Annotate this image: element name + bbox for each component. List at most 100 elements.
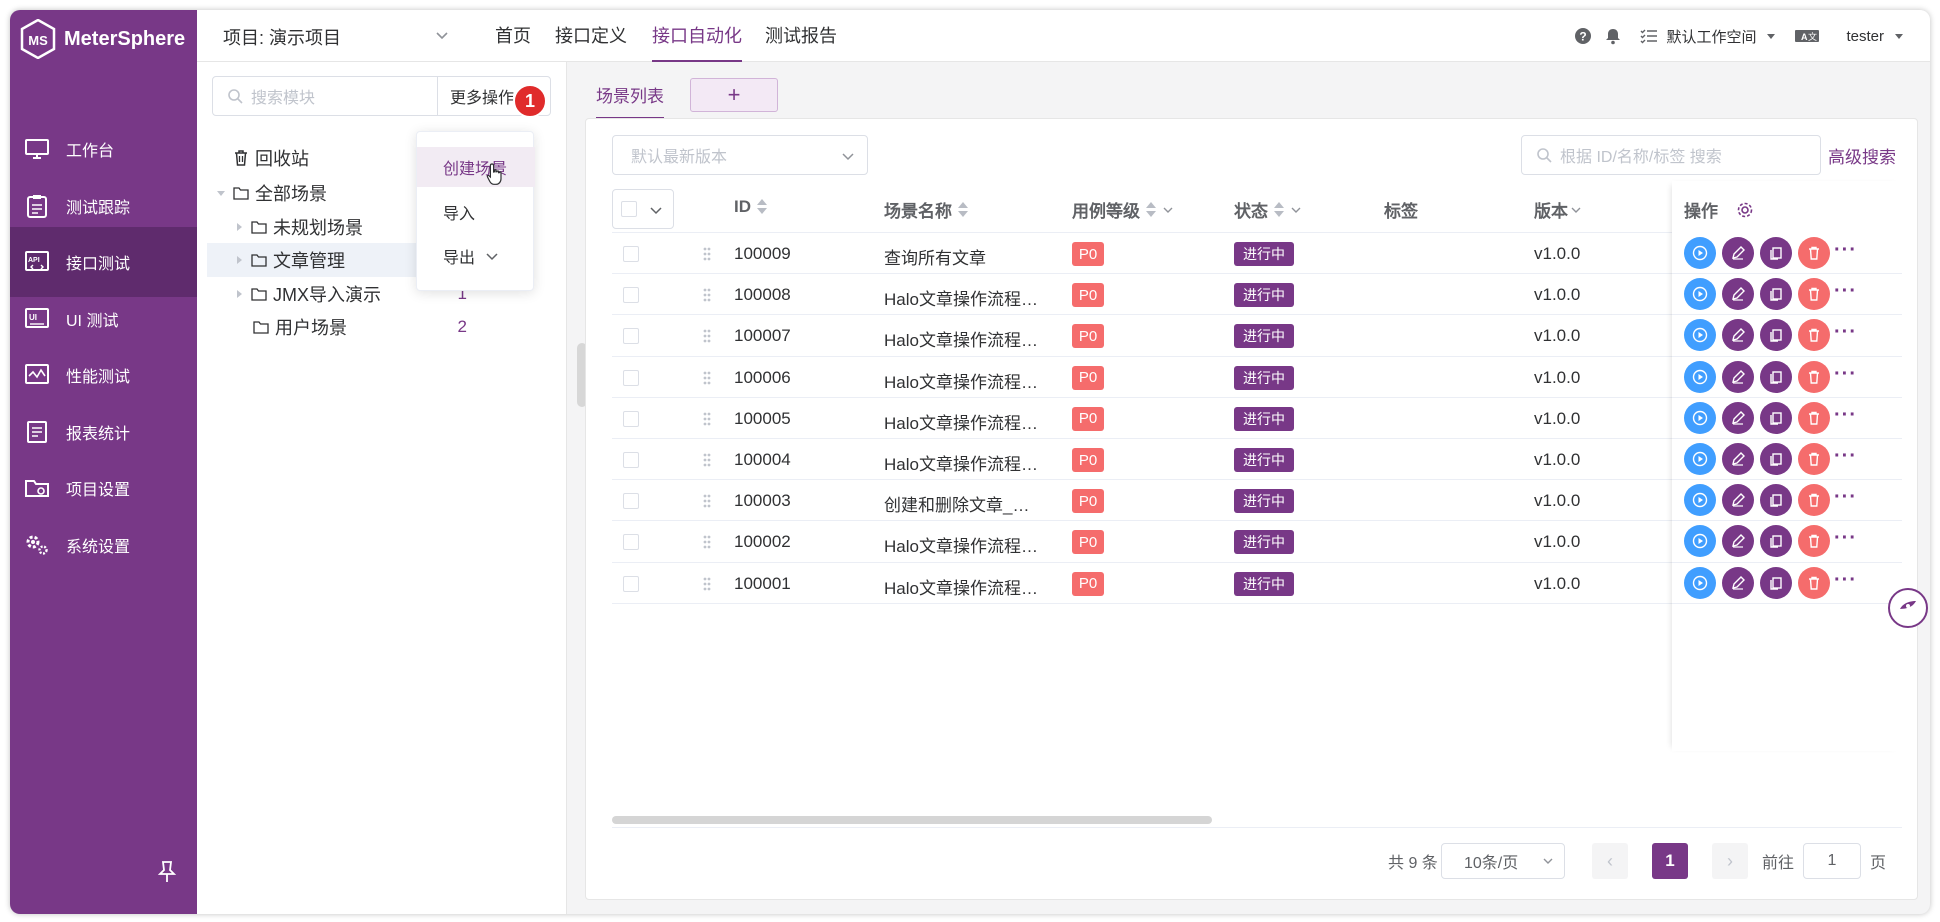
row-checkbox[interactable] xyxy=(623,410,639,427)
recycle-bin[interactable]: 回收站 xyxy=(233,138,309,178)
delete-button[interactable] xyxy=(1798,401,1830,434)
menu-api-automation[interactable]: 接口自动化 xyxy=(652,10,742,62)
help-icon[interactable]: ? xyxy=(1574,27,1592,45)
prev-page-button[interactable]: ‹ xyxy=(1592,843,1628,879)
run-button[interactable] xyxy=(1684,525,1716,558)
menu-api-definition[interactable]: 接口定义 xyxy=(555,10,627,62)
app-logo[interactable]: MS MeterSphere xyxy=(20,18,185,60)
caret-right-icon[interactable] xyxy=(233,288,245,300)
delete-button[interactable] xyxy=(1798,278,1830,311)
delete-button[interactable] xyxy=(1798,237,1830,269)
list-check-icon[interactable] xyxy=(1640,27,1658,45)
edit-button[interactable] xyxy=(1722,484,1754,517)
drag-handle-icon[interactable] xyxy=(702,534,712,550)
row-checkbox[interactable] xyxy=(623,369,639,386)
copy-button[interactable] xyxy=(1760,237,1792,269)
goto-page-input[interactable]: 1 xyxy=(1803,843,1861,879)
more-actions-icon[interactable]: ··· xyxy=(1834,280,1857,303)
column-name[interactable]: 场景名称 xyxy=(884,197,968,222)
page-1-button[interactable]: 1 xyxy=(1652,843,1688,879)
delete-button[interactable] xyxy=(1798,566,1830,599)
edit-button[interactable] xyxy=(1722,566,1754,599)
sort-icon[interactable] xyxy=(1146,201,1156,218)
edit-button[interactable] xyxy=(1722,237,1754,269)
caret-down-icon[interactable] xyxy=(1764,29,1778,43)
advanced-search-link[interactable]: 高级搜索 xyxy=(1828,143,1896,168)
row-checkbox[interactable] xyxy=(623,246,639,262)
copy-button[interactable] xyxy=(1760,319,1792,352)
filter-chevron-icon[interactable] xyxy=(1162,204,1174,216)
drag-handle-icon[interactable] xyxy=(702,493,712,509)
scenario-search-input[interactable]: 根据 ID/名称/标签 搜索 xyxy=(1521,135,1821,175)
run-button[interactable] xyxy=(1684,401,1716,434)
tab-scenario-list[interactable]: 场景列表 xyxy=(596,82,664,119)
run-button[interactable] xyxy=(1684,443,1716,475)
edit-button[interactable] xyxy=(1722,401,1754,434)
more-actions-icon[interactable]: ··· xyxy=(1834,445,1857,468)
row-checkbox[interactable] xyxy=(623,452,639,468)
pin-icon[interactable] xyxy=(157,860,177,884)
caret-down-icon[interactable] xyxy=(215,187,227,199)
drag-handle-icon[interactable] xyxy=(702,452,712,468)
filter-chevron-icon[interactable] xyxy=(1290,204,1302,216)
row-name[interactable]: Halo文章操作流程… xyxy=(884,409,1038,434)
edit-button[interactable] xyxy=(1722,525,1754,558)
chevron-down-icon[interactable] xyxy=(435,28,449,42)
language-icon[interactable]: A文 xyxy=(1794,28,1820,44)
delete-button[interactable] xyxy=(1798,360,1830,393)
filter-chevron-icon[interactable] xyxy=(1570,204,1582,216)
column-level[interactable]: 用例等级 xyxy=(1072,197,1174,222)
page-size-select[interactable]: 10条/页 xyxy=(1441,843,1565,879)
drag-handle-icon[interactable] xyxy=(702,287,712,303)
user-menu[interactable]: tester xyxy=(1846,28,1884,45)
select-all-dropdown[interactable] xyxy=(612,189,674,229)
caret-down-icon[interactable] xyxy=(1892,29,1906,43)
run-button[interactable] xyxy=(1684,278,1716,311)
copy-button[interactable] xyxy=(1760,443,1792,475)
drag-handle-icon[interactable] xyxy=(702,246,712,262)
version-select[interactable]: 默认最新版本 xyxy=(612,135,868,175)
menu-test-report[interactable]: 测试报告 xyxy=(765,10,837,62)
project-selector[interactable]: 项目: 演示项目 xyxy=(223,24,341,50)
column-version[interactable]: 版本 xyxy=(1534,197,1582,222)
row-name[interactable]: Halo文章操作流程… xyxy=(884,574,1038,599)
row-name[interactable]: 查询所有文章 xyxy=(884,244,986,269)
drag-handle-icon[interactable] xyxy=(702,370,712,386)
more-actions-icon[interactable]: ··· xyxy=(1834,527,1857,550)
add-tab-button[interactable]: + xyxy=(690,78,778,112)
sort-icon[interactable] xyxy=(757,199,767,215)
more-actions-icon[interactable]: ··· xyxy=(1834,239,1857,262)
row-checkbox[interactable] xyxy=(623,493,639,510)
row-name[interactable]: Halo文章操作流程… xyxy=(884,532,1038,557)
run-button[interactable] xyxy=(1684,237,1716,269)
copy-button[interactable] xyxy=(1760,566,1792,599)
row-name[interactable]: 创建和删除文章_… xyxy=(884,491,1029,516)
copy-button[interactable] xyxy=(1760,278,1792,311)
run-button[interactable] xyxy=(1684,566,1716,599)
delete-button[interactable] xyxy=(1798,525,1830,558)
edit-button[interactable] xyxy=(1722,360,1754,393)
workspace-selector[interactable]: 默认工作空间 xyxy=(1666,26,1756,47)
sort-icon[interactable] xyxy=(958,201,968,218)
column-id[interactable]: ID xyxy=(734,197,767,217)
row-checkbox[interactable] xyxy=(623,328,639,345)
more-actions-icon[interactable]: ··· xyxy=(1834,404,1857,427)
import-item[interactable]: 导入 xyxy=(417,192,535,232)
sidebar-item-gears[interactable]: 系统设置 xyxy=(10,510,197,580)
delete-button[interactable] xyxy=(1798,484,1830,517)
export-item[interactable]: 导出 xyxy=(417,236,535,276)
edit-button[interactable] xyxy=(1722,319,1754,352)
next-page-button[interactable]: › xyxy=(1712,843,1748,879)
edit-button[interactable] xyxy=(1722,443,1754,475)
horizontal-scrollbar[interactable] xyxy=(612,816,1212,824)
bell-icon[interactable] xyxy=(1604,27,1622,45)
copy-button[interactable] xyxy=(1760,484,1792,517)
run-button[interactable] xyxy=(1684,319,1716,352)
select-all-checkbox[interactable] xyxy=(621,201,637,217)
delete-button[interactable] xyxy=(1798,319,1830,352)
more-actions-icon[interactable]: ··· xyxy=(1834,569,1857,592)
sort-icon[interactable] xyxy=(1274,201,1284,218)
delete-button[interactable] xyxy=(1798,443,1830,475)
row-name[interactable]: Halo文章操作流程… xyxy=(884,368,1038,393)
menu-home[interactable]: 首页 xyxy=(495,10,531,62)
